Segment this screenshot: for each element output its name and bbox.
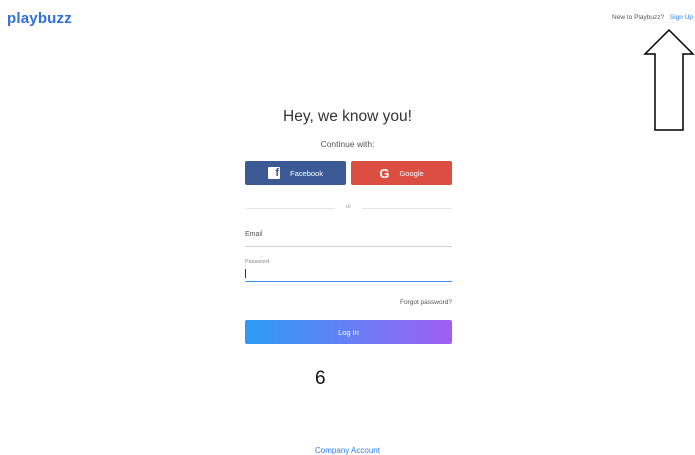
forgot-password-link[interactable]: Forgot password?: [400, 299, 452, 306]
page-title: Hey, we know you!: [283, 108, 412, 125]
login-label: Log In: [338, 327, 359, 337]
new-to-playbuzz-text: New to Playbuzz?: [612, 14, 665, 21]
continue-with-label: Continue with:: [320, 139, 375, 149]
login-button[interactable]: Log In: [245, 320, 452, 344]
password-label: Password: [245, 259, 270, 265]
facebook-login-button[interactable]: f Facebook: [245, 161, 346, 185]
google-login-button[interactable]: G Google: [351, 161, 452, 185]
or-divider: or: [245, 203, 452, 213]
company-account-link[interactable]: Company Account: [0, 446, 695, 455]
signup-prompt: New to Playbuzz? Sign Up: [612, 14, 693, 21]
password-field[interactable]: Password: [245, 259, 452, 282]
facebook-icon: f: [268, 167, 281, 179]
email-field[interactable]: Email: [245, 231, 452, 247]
google-label: Google: [399, 168, 424, 178]
page-number: 6: [315, 368, 326, 389]
divider-line-right: [362, 208, 452, 209]
text-cursor: [245, 269, 246, 278]
email-label: Email: [245, 231, 263, 238]
facebook-label: Facebook: [290, 168, 323, 178]
sign-up-link[interactable]: Sign Up: [670, 14, 693, 21]
or-text: or: [345, 204, 352, 210]
google-icon: G: [379, 165, 390, 181]
playbuzz-logo[interactable]: playbuzz: [7, 10, 72, 27]
